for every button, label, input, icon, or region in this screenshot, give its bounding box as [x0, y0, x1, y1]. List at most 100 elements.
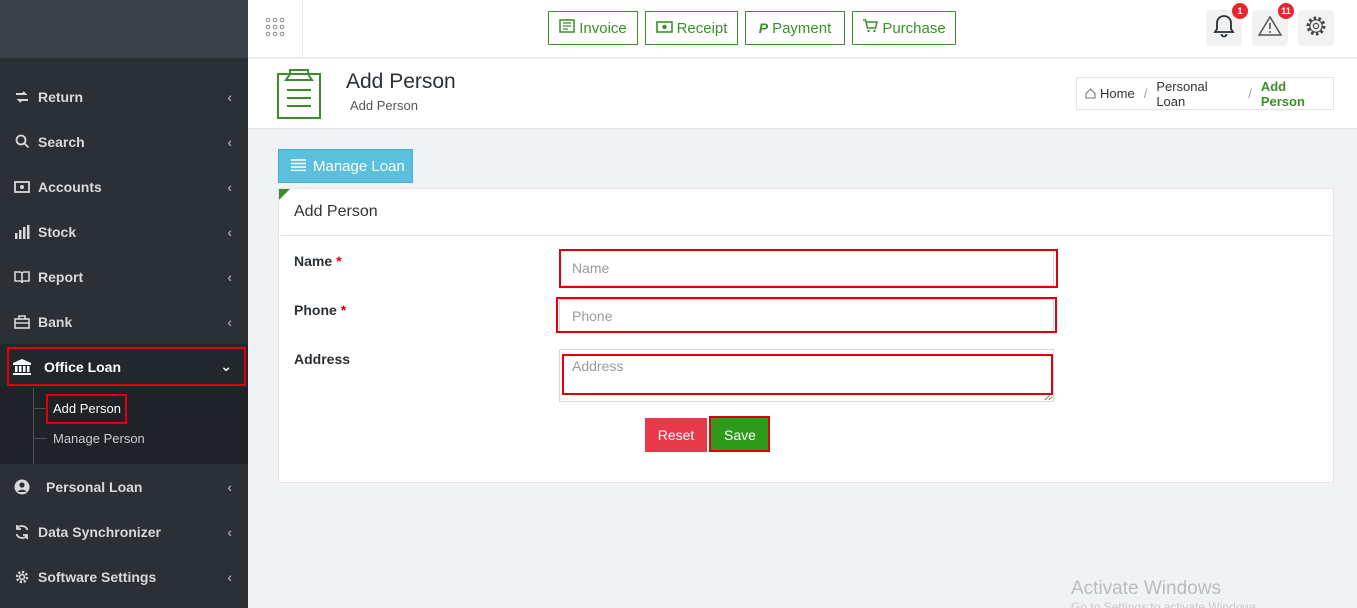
submenu-dash [33, 407, 47, 409]
chevron-left-icon: ‹ [227, 313, 232, 330]
breadcrumb-personal-loan[interactable]: Personal Loan [1156, 79, 1239, 109]
sidebar-item-bank[interactable]: Bank ‹ [0, 299, 248, 344]
sidebar-item-software-settings[interactable]: Software Settings ‹ [0, 554, 248, 599]
receipt-button[interactable]: Receipt [645, 11, 738, 45]
phone-input[interactable] [559, 299, 1054, 333]
submenu-dash [33, 437, 47, 439]
address-label: Address [294, 351, 350, 367]
sidebar-item-report[interactable]: Report ‹ [0, 254, 248, 299]
sidebar-item-label: Bank [38, 313, 73, 330]
sidebar-item-label: Search [38, 133, 85, 150]
reset-button[interactable]: Reset [645, 418, 707, 452]
book-icon [12, 270, 32, 284]
invoice-label: Invoice [579, 19, 627, 37]
paypal-icon: P [758, 20, 769, 36]
chevron-left-icon: ‹ [227, 223, 232, 240]
list-icon [291, 158, 306, 175]
card-title: Add Person [294, 203, 378, 220]
chevron-left-icon: ‹ [227, 88, 232, 105]
settings-button[interactable] [1298, 10, 1334, 46]
save-button[interactable]: Save [711, 418, 769, 452]
gear-icon [1304, 14, 1328, 43]
submenu-item-manage-person[interactable]: Manage Person [33, 427, 233, 449]
sidebar-item-label: Data Synchronizer [38, 523, 161, 540]
chevron-left-icon: ‹ [227, 478, 232, 495]
alerts-button[interactable]: 11 [1252, 3, 1294, 46]
add-person-card: Add Person Name* Phone* Address Reset Sa… [278, 188, 1334, 483]
home-icon [1085, 88, 1096, 99]
money-icon [12, 180, 32, 193]
search-icon [12, 134, 32, 149]
address-input[interactable] [559, 349, 1054, 402]
breadcrumb-separator: / [1143, 86, 1148, 101]
payment-label: Payment [772, 19, 832, 37]
phone-label-text: Phone [294, 302, 337, 318]
windows-watermark: Activate Windows [1071, 578, 1221, 599]
sidebar-item-label: Stock [38, 223, 77, 240]
card-divider [279, 235, 1333, 236]
payment-button[interactable]: P Payment [745, 11, 845, 45]
breadcrumb-home[interactable]: Home [1100, 86, 1135, 101]
sidebar-item-label: Accounts [38, 178, 102, 195]
sidebar-item-personal-loan[interactable]: Personal Loan ‹ [0, 464, 248, 509]
sidebar-item-search[interactable]: Search ‹ [0, 119, 248, 164]
submenu-item-label: Add Person [53, 400, 121, 416]
manage-loan-label: Manage Loan [313, 157, 405, 175]
address-label-text: Address [294, 351, 351, 367]
sidebar-brand [0, 0, 248, 58]
page-subtitle: Add Person [350, 98, 418, 113]
name-label: Name * [294, 253, 342, 269]
breadcrumb-separator: / [1248, 86, 1252, 101]
user-icon [12, 479, 32, 495]
notifications-badge: 1 [1232, 3, 1248, 19]
chevron-down-icon: ⌄ [220, 358, 232, 374]
invoice-button[interactable]: Invoice [548, 11, 638, 45]
chevron-left-icon: ‹ [227, 133, 232, 150]
name-label-text: Name [294, 253, 333, 269]
sidebar: Return ‹ Search ‹ Accounts ‹ Stock ‹ Rep… [0, 0, 248, 608]
card-corner-marker [279, 189, 290, 200]
page-header: Add Person Add Person Home / Personal Lo… [248, 59, 1357, 129]
required-mark: * [336, 253, 342, 269]
warning-icon [1257, 15, 1283, 42]
bank-icon [12, 358, 32, 375]
sidebar-item-label: Report [38, 268, 84, 285]
return-icon [12, 90, 32, 104]
chevron-left-icon: ‹ [227, 178, 232, 195]
phone-label: Phone * [294, 302, 346, 318]
sidebar-item-data-synchronizer[interactable]: Data Synchronizer ‹ [0, 509, 248, 554]
submenu-item-add-person[interactable]: Add Person [33, 397, 233, 419]
briefcase-icon [12, 314, 32, 329]
windows-watermark-sub: Go to Settings to activate Windows. [1071, 600, 1261, 608]
sidebar-item-label: Software Settings [38, 568, 157, 585]
required-mark: * [340, 302, 347, 318]
chevron-left-icon: ‹ [227, 523, 232, 540]
purchase-label: Purchase [882, 19, 946, 37]
grid-icon [265, 17, 285, 42]
bar-chart-icon [12, 224, 32, 239]
office-loan-submenu: Add Person Manage Person [0, 388, 248, 464]
apps-grid-button[interactable] [248, 0, 303, 58]
breadcrumb: Home / Personal Loan / Add Person [1076, 77, 1334, 110]
sidebar-item-office-loan[interactable]: Office Loan ⌄ [0, 344, 248, 389]
sidebar-item-return[interactable]: Return ‹ [0, 74, 248, 119]
sidebar-item-label: Return [38, 88, 84, 105]
chevron-left-icon: ‹ [227, 568, 232, 585]
purchase-button[interactable]: Purchase [852, 11, 956, 45]
sidebar-item-stock[interactable]: Stock ‹ [0, 209, 248, 254]
sidebar-item-accounts[interactable]: Accounts ‹ [0, 164, 248, 209]
submenu-item-label: Manage Person [53, 430, 145, 446]
cash-icon [655, 20, 673, 37]
cart-icon [862, 19, 879, 37]
top-bar: Invoice Receipt P Payment Purchase 1 11 [248, 0, 1357, 58]
bell-icon [1213, 14, 1235, 43]
manage-loan-button[interactable]: Manage Loan [278, 149, 413, 183]
sync-icon [12, 524, 32, 540]
notifications-button[interactable]: 1 [1206, 3, 1248, 46]
sidebar-item-label: Office Loan [44, 358, 122, 375]
sidebar-item-label: Personal Loan [46, 478, 143, 495]
name-input[interactable] [559, 250, 1054, 286]
gear-icon [12, 569, 32, 585]
receipt-label: Receipt [676, 19, 728, 37]
invoice-icon [559, 19, 575, 37]
